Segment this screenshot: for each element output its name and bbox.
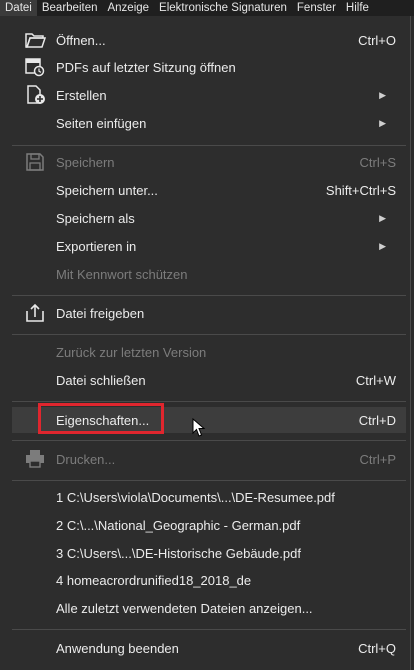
insert-pages-label: Seiten einfügen: [56, 115, 147, 131]
menu-bar: Datei Bearbeiten Anzeige Elektronische S…: [0, 0, 414, 16]
recent-file-label: 3 C:\Users\...\DE-Historische Gebäude.pd…: [56, 545, 301, 561]
exit-label: Anwendung beenden: [56, 640, 179, 656]
folder-open-icon: [25, 33, 46, 48]
share-label: Datei freigeben: [56, 305, 145, 321]
menu-item-share[interactable]: Datei freigeben: [12, 300, 406, 326]
recent-file-label: 2 C:\...\National_Geographic - German.pd…: [56, 517, 301, 533]
open-shortcut: Ctrl+O: [358, 32, 396, 48]
mouse-cursor-icon: [192, 418, 206, 437]
submenu-arrow-icon: ▶: [379, 240, 386, 251]
create-label: Erstellen: [56, 87, 107, 103]
printer-icon: [26, 450, 44, 468]
menu-item-print: Drucken... Ctrl+P: [12, 446, 406, 472]
save-label: Speichern: [56, 154, 115, 170]
save-under-shortcut: Shift+Ctrl+S: [325, 182, 396, 198]
menu-item-all-recent[interactable]: Alle zuletzt verwendeten Dateien anzeige…: [12, 595, 406, 621]
save-icon: [26, 153, 44, 171]
exit-shortcut: Ctrl+Q: [358, 640, 396, 656]
menu-item-recent-4[interactable]: 4 homeacrordrunified18_2018_de: [12, 567, 406, 593]
menu-item-recent-1[interactable]: 1 C:\Users\viola\Documents\...\DE-Resume…: [12, 484, 406, 510]
close-file-label: Datei schließen: [56, 372, 146, 388]
separator: [12, 295, 406, 296]
save-as-label: Speichern als: [56, 210, 135, 226]
menu-item-save: Speichern Ctrl+S: [12, 149, 406, 175]
menu-bearbeiten[interactable]: Bearbeiten: [37, 0, 103, 16]
menu-anzeige[interactable]: Anzeige: [102, 0, 154, 16]
menu-elektronische-signaturen[interactable]: Elektronische Signaturen: [154, 0, 292, 16]
create-pdf-icon: [27, 85, 45, 104]
restore-session-icon: [25, 58, 45, 77]
menu-datei[interactable]: Datei: [0, 0, 37, 16]
menu-item-save-under[interactable]: Speichern unter... Shift+Ctrl+S: [12, 177, 406, 203]
menu-item-protect-password: Mit Kennwort schützen: [12, 261, 406, 287]
separator: [12, 334, 406, 335]
highlight-annotation-box: [38, 403, 164, 434]
separator: [12, 629, 406, 630]
menu-hilfe[interactable]: Hilfe: [341, 0, 374, 16]
pdfs-last-session-label: PDFs auf letzter Sitzung öffnen: [56, 59, 236, 75]
menu-item-export[interactable]: Exportieren in ▶: [12, 233, 406, 259]
menu-item-recent-2[interactable]: 2 C:\...\National_Geographic - German.pd…: [12, 512, 406, 538]
open-label: Öffnen...: [56, 32, 106, 48]
menu-item-exit[interactable]: Anwendung beenden Ctrl+Q: [12, 635, 406, 661]
save-shortcut: Ctrl+S: [359, 154, 396, 170]
all-recent-label: Alle zuletzt verwendeten Dateien anzeige…: [56, 600, 313, 616]
properties-shortcut: Ctrl+D: [358, 412, 396, 428]
recent-file-label: 4 homeacrordrunified18_2018_de: [56, 572, 252, 588]
separator: [12, 145, 406, 146]
menu-item-recent-3[interactable]: 3 C:\Users\...\DE-Historische Gebäude.pd…: [12, 540, 406, 566]
recent-file-label: 1 C:\Users\viola\Documents\...\DE-Resume…: [56, 489, 335, 505]
menu-item-close-file[interactable]: Datei schließen Ctrl+W: [12, 367, 406, 393]
menu-item-pdfs-last-session[interactable]: PDFs auf letzter Sitzung öffnen: [12, 54, 406, 80]
submenu-arrow-icon: ▶: [379, 212, 386, 223]
protect-password-label: Mit Kennwort schützen: [56, 266, 188, 282]
separator: [12, 440, 406, 441]
revert-label: Zurück zur letzten Version: [56, 344, 207, 360]
menu-item-create[interactable]: Erstellen ▶: [12, 82, 406, 108]
menu-item-open[interactable]: Öffnen... Ctrl+O: [12, 27, 406, 53]
print-shortcut: Ctrl+P: [359, 451, 396, 467]
save-under-label: Speichern unter...: [56, 182, 158, 198]
print-label: Drucken...: [56, 451, 116, 467]
menu-item-revert: Zurück zur letzten Version: [12, 339, 406, 365]
share-icon: [26, 303, 44, 322]
separator: [12, 401, 406, 402]
submenu-arrow-icon: ▶: [379, 89, 386, 100]
export-label: Exportieren in: [56, 238, 137, 254]
submenu-arrow-icon: ▶: [379, 117, 386, 128]
separator: [12, 480, 406, 481]
close-file-shortcut: Ctrl+W: [355, 372, 396, 388]
file-menu-dropdown: Öffnen... Ctrl+O PDFs auf letzter Sitzun…: [0, 16, 411, 670]
menu-item-save-as[interactable]: Speichern als ▶: [12, 205, 406, 231]
menu-item-insert-pages[interactable]: Seiten einfügen ▶: [12, 110, 406, 136]
menu-fenster[interactable]: Fenster: [292, 0, 341, 16]
